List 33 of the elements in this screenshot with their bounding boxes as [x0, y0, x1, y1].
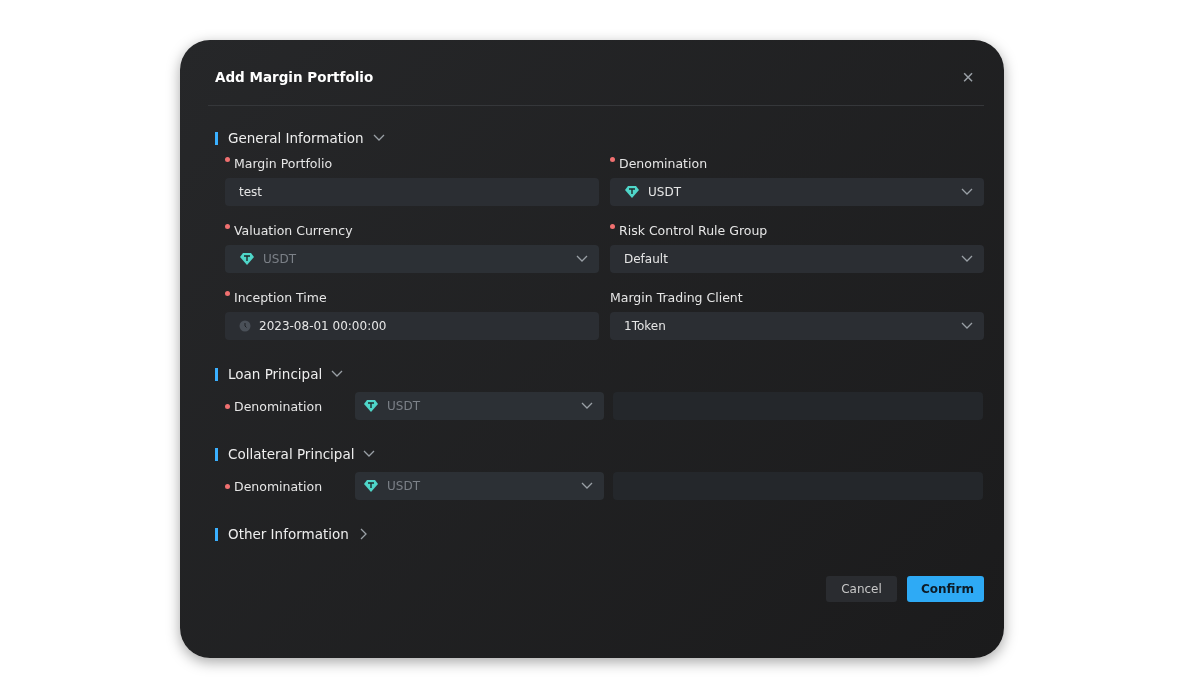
- close-button[interactable]: ×: [956, 66, 980, 87]
- field-label: Valuation Currency: [225, 223, 353, 239]
- section-header[interactable]: Loan Principal: [215, 364, 345, 384]
- field-value: Default: [624, 252, 669, 266]
- section-header[interactable]: General Information: [215, 128, 386, 148]
- field-label: Denomination: [225, 478, 346, 494]
- field-value: USDT: [387, 399, 421, 413]
- section-header[interactable]: Other Information: [215, 524, 371, 544]
- gem-icon: [363, 399, 379, 413]
- gem-icon: [363, 479, 379, 493]
- dialog-title: Add Margin Portfolio: [215, 68, 374, 85]
- cancel-button[interactable]: Cancel: [826, 576, 897, 602]
- field-label: Margin Portfolio: [225, 156, 333, 172]
- select-field[interactable]: 1Token: [610, 312, 984, 340]
- field-value: 1Token: [624, 319, 667, 333]
- field-label: Inception Time: [225, 290, 327, 306]
- gem-icon: [239, 252, 255, 266]
- field-value: 2023-08-01 00:00:00: [259, 319, 388, 333]
- section-header[interactable]: Collateral Principal: [215, 444, 377, 464]
- field-label: Denomination: [225, 398, 346, 414]
- field-label: Denomination: [610, 156, 708, 172]
- field-label: Margin Trading Client: [610, 290, 743, 306]
- date-picker[interactable]: 2023-08-01 00:00:00: [225, 312, 599, 340]
- field-value: USDT: [387, 479, 421, 493]
- select-field[interactable]: Default: [610, 245, 984, 273]
- field-label: Risk Control Rule Group: [610, 223, 768, 239]
- select-field[interactable]: USDT: [610, 178, 984, 206]
- text-input[interactable]: test: [225, 178, 599, 206]
- confirm-button[interactable]: Confirm: [907, 576, 984, 602]
- clock-icon: [239, 320, 251, 332]
- gem-icon: [624, 185, 640, 199]
- field-value: USDT: [263, 252, 297, 266]
- field-value: USDT: [648, 185, 682, 199]
